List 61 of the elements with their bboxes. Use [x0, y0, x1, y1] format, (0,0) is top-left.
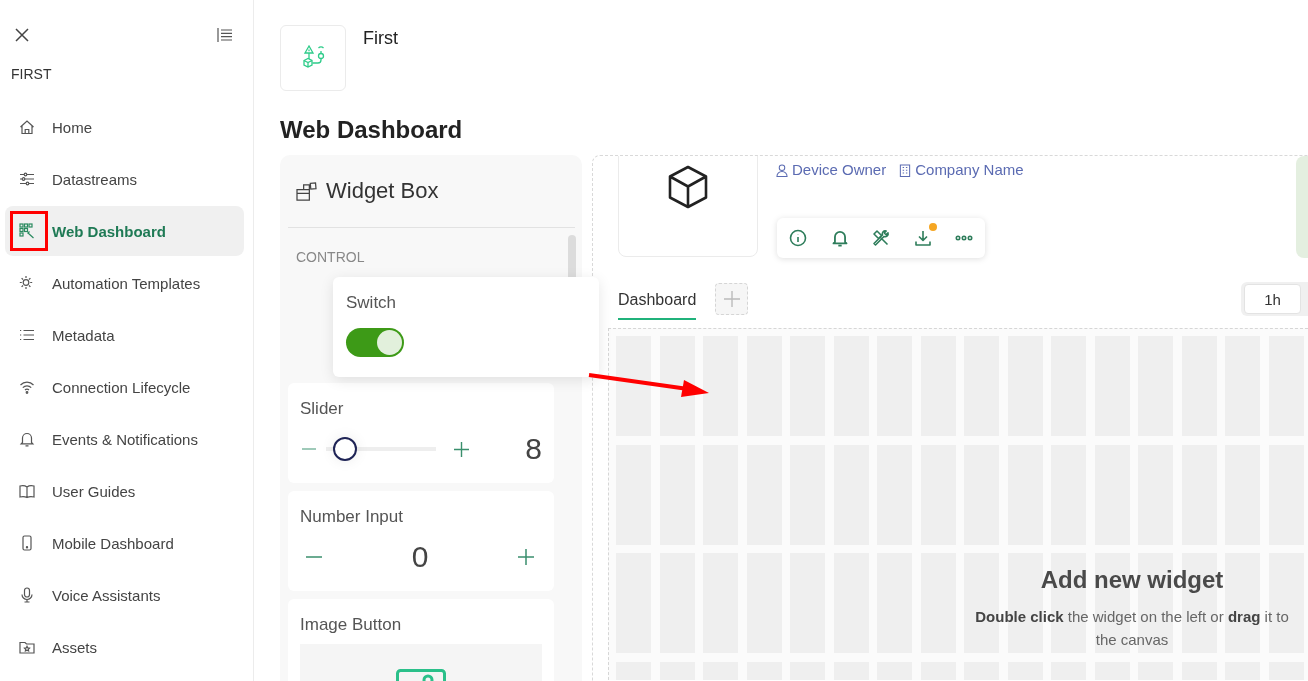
widget-card[interactable]: Number Input 0	[288, 491, 554, 591]
plus-icon	[518, 549, 534, 565]
hint-text: Double click the widget on the left or drag it to the canvas	[974, 607, 1290, 650]
widget-label: Switch	[346, 293, 398, 313]
widget-box-title: Widget Box	[326, 178, 439, 204]
close-icon[interactable]	[15, 28, 29, 42]
number-value: 0	[410, 542, 430, 572]
cube-icon	[666, 164, 710, 209]
widget-label: Slider	[300, 399, 345, 419]
sidebar-item[interactable]: Connection Lifecycle	[5, 362, 244, 412]
folder-icon	[19, 639, 35, 655]
tab[interactable]: Dashboard	[618, 283, 697, 320]
wifi-icon	[19, 379, 35, 395]
info-icon[interactable]	[789, 229, 807, 247]
device-owner[interactable]: Device Owner	[792, 161, 887, 179]
sidebar-item[interactable]: Mobile Dashboard	[5, 518, 244, 568]
person-icon	[776, 163, 788, 177]
menu-icon[interactable]	[217, 28, 233, 42]
time-range-button[interactable]: 1h	[1244, 284, 1301, 314]
widget-card[interactable]: Slider 8	[288, 383, 554, 483]
building-icon	[899, 163, 912, 177]
section-label: CONTROL	[296, 249, 366, 265]
bell-icon	[19, 431, 35, 447]
book-icon	[19, 483, 35, 499]
scrollbar-thumb[interactable]	[568, 235, 576, 277]
sidebar-item[interactable]: Assets	[5, 622, 244, 672]
template-name: First	[363, 28, 398, 50]
sidebar-item[interactable]: Web Dashboard	[5, 206, 244, 256]
minus-icon	[302, 448, 316, 450]
widgets-icon	[296, 181, 317, 201]
widget-card[interactable]: Image Button	[288, 599, 554, 681]
bell-icon[interactable]	[830, 229, 849, 247]
slider-thumb[interactable]	[332, 437, 357, 461]
page-title: Web Dashboard	[280, 115, 464, 145]
microphone-icon	[19, 587, 35, 603]
minus-icon	[306, 556, 322, 558]
home-icon	[19, 119, 35, 135]
project-title: FIRST	[11, 66, 53, 82]
phone-icon	[19, 535, 35, 551]
sidebar-item[interactable]: Voice Assistants	[5, 570, 244, 620]
sidebar-item[interactable]: User Guides	[5, 466, 244, 516]
dashboard-canvas[interactable]: Add new widget Double click the widget on the left or drag it to the canvas	[608, 328, 1308, 680]
empty-state-title: Add new widget	[1039, 565, 1225, 595]
sidebar-item[interactable]: Datastreams	[5, 154, 244, 204]
list-icon	[19, 327, 35, 343]
widget-card[interactable]: Switch	[333, 277, 599, 377]
plus-icon	[454, 441, 469, 457]
sidebar-item[interactable]: Events & Notifications	[5, 414, 244, 464]
widget-label: Image Button	[300, 615, 403, 635]
download-icon[interactable]	[913, 229, 932, 247]
tools-icon[interactable]	[872, 229, 890, 247]
sun-icon	[19, 275, 35, 291]
sidebar-item[interactable]: Metadata	[5, 310, 244, 360]
sidebar-item[interactable]: Home	[5, 102, 244, 152]
slider-value: 8	[525, 434, 542, 464]
grid-wrench-icon	[19, 223, 35, 239]
sidebar-item[interactable]: Automation Templates	[5, 258, 244, 308]
widget-label: Number Input	[300, 507, 404, 527]
sliders-icon	[19, 171, 35, 187]
plus-icon	[723, 291, 740, 307]
company-name[interactable]: Company Name	[915, 161, 1024, 179]
